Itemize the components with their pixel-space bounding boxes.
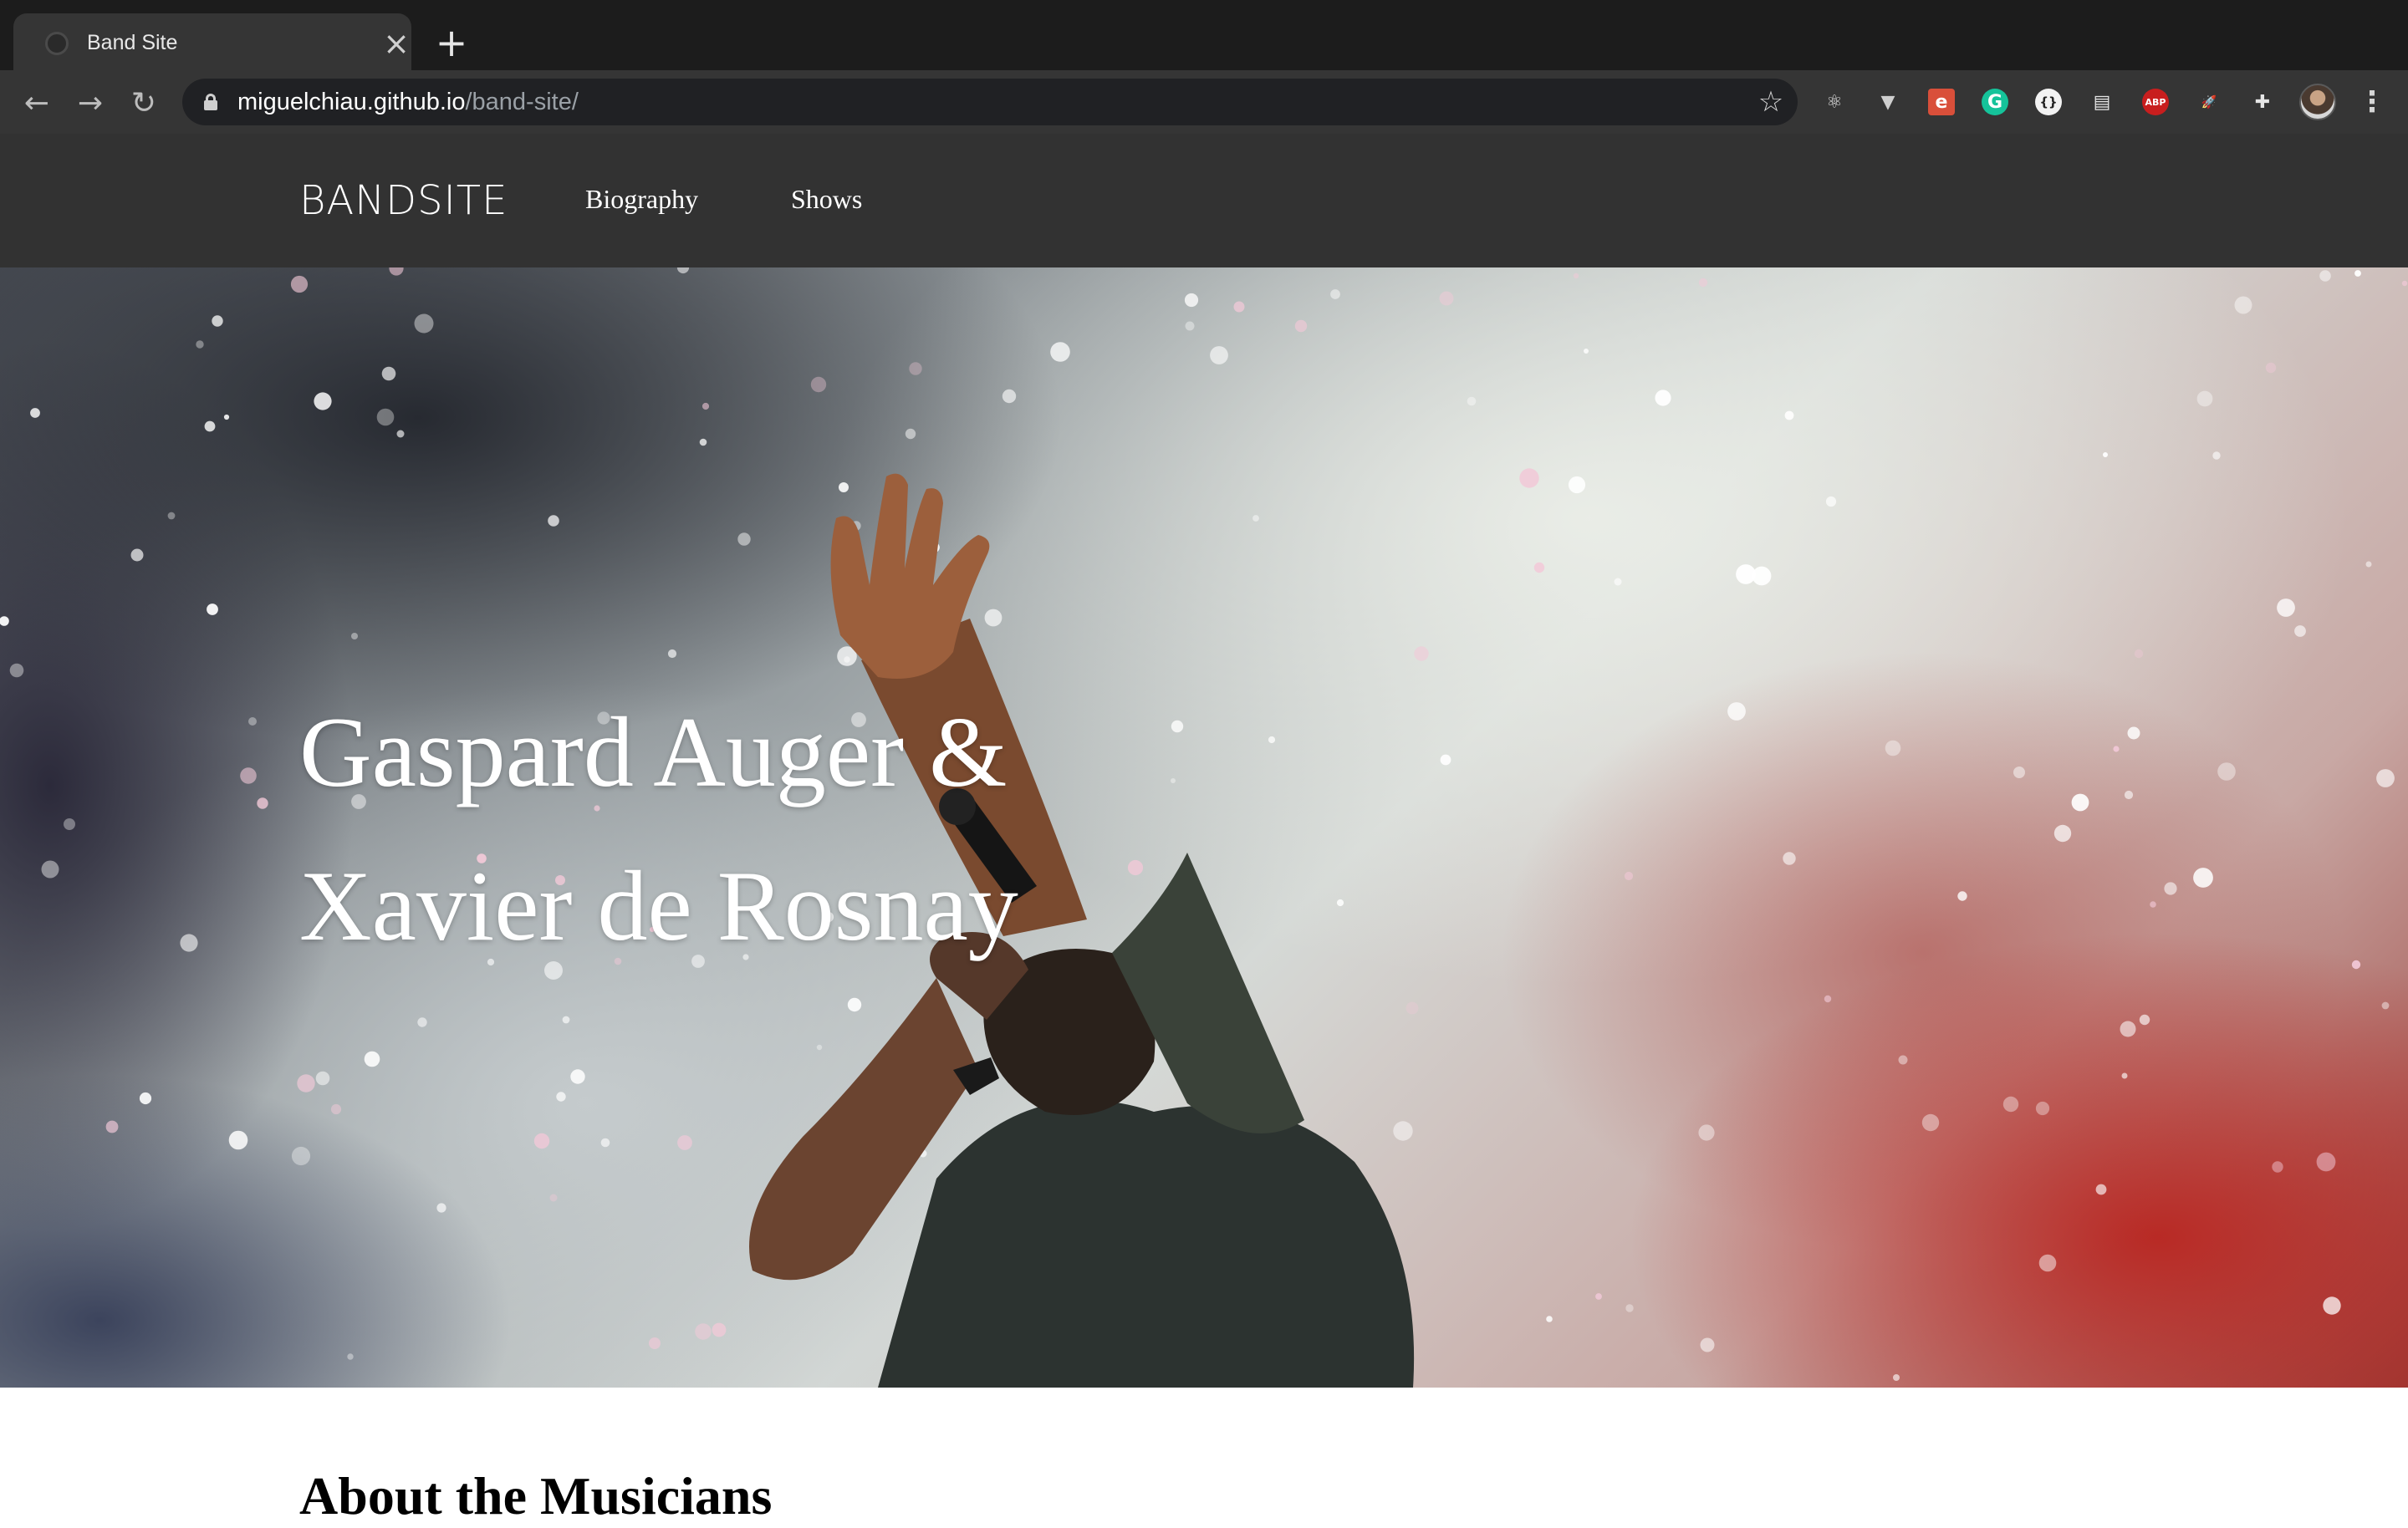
section-title-about: About the Musicians: [299, 1466, 773, 1525]
back-arrow-icon[interactable]: ←: [18, 85, 55, 122]
rocket-icon[interactable]: 🚀: [2194, 87, 2224, 117]
hero-section: Gaspard Auger & Xavier de Rosnay: [0, 267, 2408, 1388]
nav-link-shows[interactable]: Shows: [791, 181, 862, 217]
site-logo[interactable]: BANDSITE: [299, 177, 508, 224]
json-viewer-icon[interactable]: {}: [2033, 87, 2064, 117]
address-url[interactable]: miguelchiau.github.io/band-site/: [237, 89, 579, 115]
new-tab-icon[interactable]: +: [431, 23, 472, 64]
forward-arrow-icon[interactable]: →: [72, 85, 109, 122]
tab-title: Band Site: [87, 31, 178, 54]
site-header: BANDSITE Biography Shows: [0, 134, 2408, 267]
url-path: /band-site/: [465, 89, 579, 115]
extensions-puzzle-icon[interactable]: ✚: [2247, 87, 2278, 117]
address-bar[interactable]: miguelchiau.github.io/band-site/ ☆: [182, 79, 1798, 125]
tab-favicon-icon: [45, 32, 69, 55]
hero-title-line-2: Xavier de Rosnay: [299, 850, 1018, 961]
evernote-icon[interactable]: e: [1926, 87, 1956, 117]
browser-toolbar: ← → ↻ miguelchiau.github.io/band-site/ ☆…: [0, 70, 2408, 134]
url-host: miguelchiau.github.io: [237, 89, 466, 115]
hero-title-line-1: Gaspard Auger &: [299, 696, 1008, 807]
close-tab-icon[interactable]: ×: [381, 28, 411, 59]
react-devtools-icon[interactable]: ⚛: [1819, 87, 1849, 117]
bookmark-star-icon[interactable]: ☆: [1754, 85, 1788, 119]
browser-tabstrip: Band Site × +: [0, 0, 2408, 70]
profile-avatar[interactable]: [2299, 84, 2336, 120]
browser-menu-icon[interactable]: ⋮: [2358, 84, 2386, 120]
reload-icon[interactable]: ↻: [125, 85, 162, 122]
grammarly-icon[interactable]: G: [1980, 87, 2010, 117]
document-icon[interactable]: ▤: [2087, 87, 2117, 117]
browser-tab-active[interactable]: Band Site ×: [13, 13, 411, 70]
nav-link-biography[interactable]: Biography: [585, 181, 698, 217]
lock-icon[interactable]: [204, 94, 217, 110]
adblock-plus-icon[interactable]: ABP: [2140, 87, 2171, 117]
hero-title: Gaspard Auger & Xavier de Rosnay: [299, 675, 1470, 983]
vue-devtools-icon[interactable]: ▼: [1873, 87, 1903, 117]
